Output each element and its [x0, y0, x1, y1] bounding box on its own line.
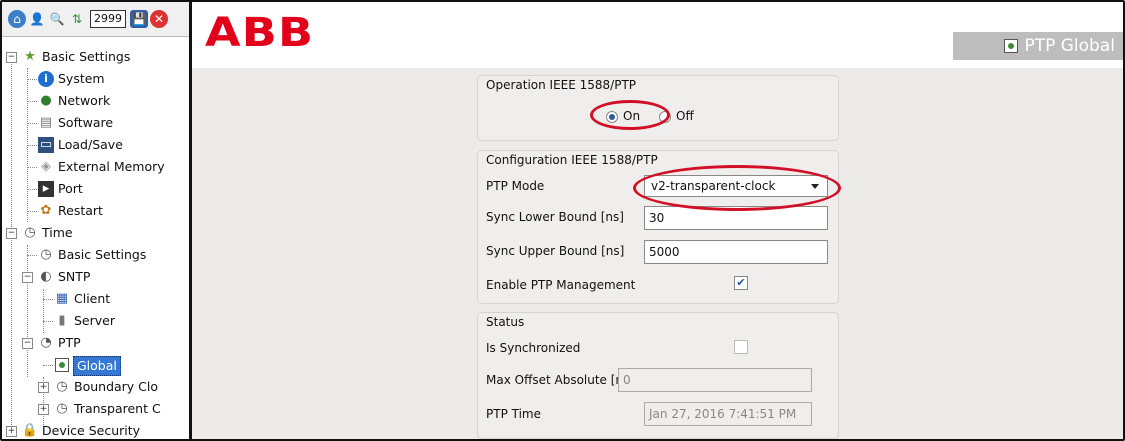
enable-mgmt-label: Enable PTP Management — [486, 278, 636, 292]
home-icon[interactable]: ⌂ — [8, 10, 26, 28]
tree-item-network[interactable]: ● Network — [2, 90, 189, 112]
navigation-panel: ⌂ 👤 🔍 ⇅ 2999 💾 ✕ − ★ Basic Settings i Sy… — [2, 2, 192, 439]
tree-item-server[interactable]: ▮ Server — [2, 310, 189, 332]
tree-item-device-security[interactable]: + 🔒 Device Security — [2, 420, 189, 439]
tree-item-port[interactable]: ▸ Port — [2, 178, 189, 200]
chevron-down-icon[interactable] — [811, 184, 819, 189]
enable-mgmt-checkbox[interactable]: ✔ — [734, 276, 748, 290]
header: ABB PTP Global — [192, 2, 1123, 68]
tree-item-ptp[interactable]: − ◔ PTP — [2, 332, 189, 354]
ptp-mode-label: PTP Mode — [486, 179, 545, 193]
tree-item-time[interactable]: − ◷ Time — [2, 222, 189, 244]
lock-icon: 🔒 — [21, 423, 39, 438]
memory-icon: ◈ — [41, 159, 51, 174]
operation-off-label[interactable]: Off — [676, 109, 694, 123]
star-icon: ★ — [24, 49, 36, 64]
operation-on-radio[interactable] — [606, 111, 618, 123]
info-icon: i — [38, 71, 54, 87]
page-title: PTP Global — [1004, 36, 1115, 56]
sync-upper-label: Sync Upper Bound [ns] — [486, 244, 625, 258]
configuration-group: Configuration IEEE 1588/PTP PTP Mode v2-… — [477, 150, 839, 304]
navigation-tree: − ★ Basic Settings i System ● Network ▤ … — [2, 46, 189, 439]
max-offset-field: 0 — [618, 368, 812, 392]
tree-item-restart[interactable]: ✿ Restart — [2, 200, 189, 222]
status-title: Status — [486, 315, 525, 329]
synchronized-checkbox — [734, 340, 748, 354]
tree-item-external-memory[interactable]: ◈ External Memory — [2, 156, 189, 178]
sync-upper-input[interactable]: 5000 — [644, 240, 828, 264]
tree-item-sntp[interactable]: − ◐ SNTP — [2, 266, 189, 288]
abb-logo: ABB — [205, 10, 315, 56]
status-icon — [1004, 39, 1019, 53]
tree-item-load-save[interactable]: ▭ Load/Save — [2, 134, 189, 156]
sync-lower-label: Sync Lower Bound [ns] — [486, 210, 624, 224]
save-icon: ▭ — [38, 137, 54, 153]
stopwatch-icon: ◔ — [40, 335, 52, 350]
ptp-time-field: Jan 27, 2016 7:41:51 PM — [644, 402, 812, 426]
globe-icon: ● — [40, 93, 52, 108]
sntp-icon: ◐ — [40, 269, 52, 284]
configuration-title: Configuration IEEE 1588/PTP — [486, 153, 658, 167]
operation-off-radio[interactable] — [659, 111, 671, 123]
tree-item-client[interactable]: ▦ Client — [2, 288, 189, 310]
operation-title: Operation IEEE 1588/PTP — [486, 78, 637, 92]
client-icon: ▦ — [55, 291, 69, 306]
clock-icon: ◷ — [56, 401, 68, 416]
server-icon: ▮ — [58, 313, 66, 328]
synchronized-label: Is Synchronized — [486, 341, 581, 355]
sync-lower-input[interactable]: 30 — [644, 206, 828, 230]
tree-item-basic-settings[interactable]: − ★ Basic Settings — [2, 46, 189, 68]
operation-on-label[interactable]: On — [623, 109, 640, 123]
transfer-icon[interactable]: ⇅ — [68, 10, 86, 28]
tree-item-software[interactable]: ▤ Software — [2, 112, 189, 134]
toolbar: ⌂ 👤 🔍 ⇅ 2999 💾 ✕ — [2, 2, 189, 37]
counter-field[interactable]: 2999 — [90, 10, 126, 28]
save-icon[interactable]: 💾 — [130, 10, 148, 28]
ptp-mode-select[interactable]: v2-transparent-clock — [644, 175, 828, 197]
tree-item-system[interactable]: i System — [2, 68, 189, 90]
clock-icon: ◷ — [24, 225, 36, 240]
status-icon — [54, 357, 70, 373]
max-offset-label: Max Offset Absolute [ns] — [486, 373, 634, 387]
users-icon[interactable]: 👤 — [28, 10, 46, 28]
status-group: Status Is Synchronized Max Offset Absolu… — [477, 312, 839, 439]
tree-item-transparent-clock[interactable]: + ◷ Transparent C — [2, 398, 189, 420]
app-window: ⌂ 👤 🔍 ⇅ 2999 💾 ✕ − ★ Basic Settings i Sy… — [0, 0, 1125, 441]
software-icon: ▤ — [39, 115, 53, 130]
restart-icon: ✿ — [40, 203, 52, 218]
tree-item-time-basic-settings[interactable]: ◷ Basic Settings — [2, 244, 189, 266]
close-icon[interactable]: ✕ — [150, 10, 168, 28]
clock-icon: ◷ — [40, 247, 52, 262]
operation-group: Operation IEEE 1588/PTP On Off — [477, 75, 839, 141]
search-icon[interactable]: 🔍 — [48, 10, 66, 28]
tree-item-boundary-clock[interactable]: + ◷ Boundary Clo — [2, 376, 189, 398]
tree-item-global[interactable]: Global — [2, 354, 189, 376]
clock-icon: ◷ — [56, 379, 68, 394]
content-area: ABB PTP Global Operation IEEE 1588/PTP O… — [192, 2, 1123, 439]
ptp-time-label: PTP Time — [486, 407, 541, 421]
port-icon: ▸ — [38, 181, 54, 197]
